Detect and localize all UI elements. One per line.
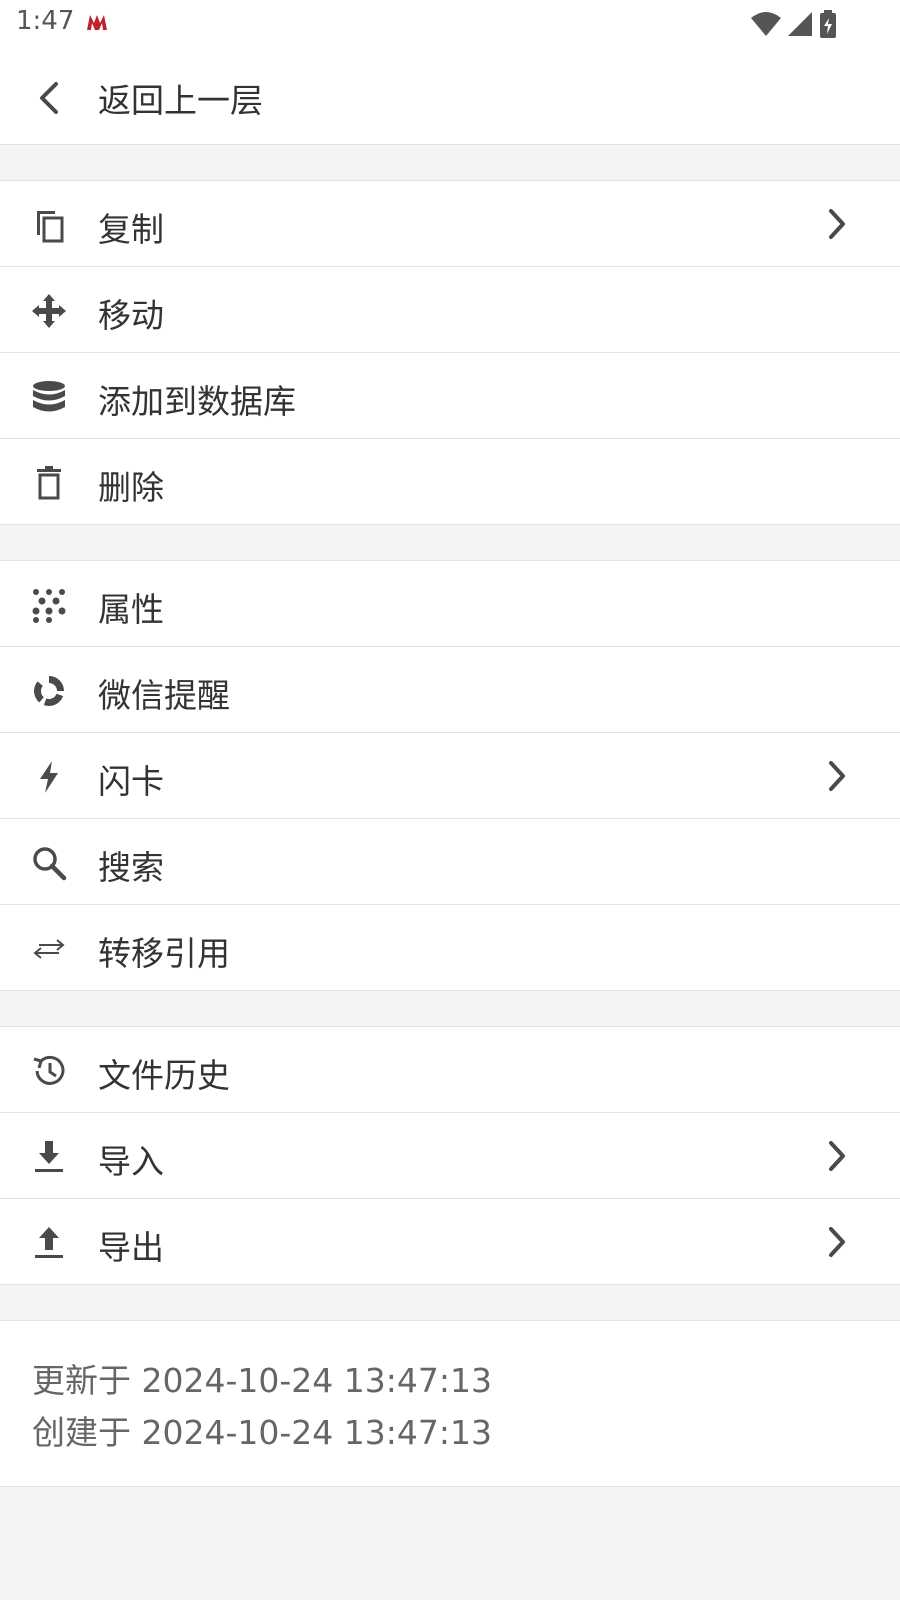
chevron-right-icon [820,207,854,241]
file-meta-info: 更新于 2024-10-24 13:47:13 创建于 2024-10-24 1… [0,1321,900,1487]
section-gap [0,145,900,181]
signal-icon [786,10,814,38]
chevron-right-icon [820,1139,854,1173]
back-arrow-icon[interactable] [30,78,70,118]
menu-item-import[interactable]: 导入 [0,1113,900,1199]
menu-group-tools: 属性 微信提醒 闪卡 搜索 转移引用 [0,561,900,991]
history-icon [30,1052,68,1090]
chevron-right-icon [820,1225,854,1259]
wechat-reminder-icon [30,672,68,710]
menu-item-copy[interactable]: 复制 [0,181,900,267]
header: 返回上一层 [0,48,900,145]
menu-group-file-ops: 复制 移动 添加到数据库 删除 [0,181,900,525]
search-icon [30,844,68,882]
wifi-icon [750,10,782,38]
section-gap [0,525,900,561]
import-icon [30,1138,68,1176]
created-timestamp: 创建于 2024-10-24 13:47:13 [32,1413,492,1452]
menu-item-label: 导入 [98,1142,164,1181]
menu-item-label: 文件历史 [98,1056,230,1095]
updated-timestamp: 更新于 2024-10-24 13:47:13 [32,1361,492,1400]
transfer-arrows-icon [30,930,68,968]
menu-item-label: 搜索 [98,848,164,887]
menu-item-file-history[interactable]: 文件历史 [0,1027,900,1113]
menu-item-label: 微信提醒 [98,676,230,715]
status-time: 1:47 [16,6,75,36]
trash-icon [30,464,68,502]
menu-item-add-to-database[interactable]: 添加到数据库 [0,353,900,439]
status-bar: 1:47 [0,0,900,48]
menu-item-label: 移动 [98,296,164,335]
move-icon [30,292,68,330]
lightning-icon [30,758,68,796]
copy-icon [30,206,68,244]
menu-item-properties[interactable]: 属性 [0,561,900,647]
menu-item-label: 复制 [98,210,164,249]
menu-item-label: 转移引用 [98,934,230,973]
section-gap [0,991,900,1027]
menu-item-search[interactable]: 搜索 [0,819,900,905]
section-gap [0,1285,900,1321]
menu-item-label: 闪卡 [98,762,164,801]
menu-item-flashcard[interactable]: 闪卡 [0,733,900,819]
menu-item-move[interactable]: 移动 [0,267,900,353]
menu-item-label: 添加到数据库 [98,382,296,421]
menu-item-export[interactable]: 导出 [0,1199,900,1285]
menu-item-label: 属性 [98,590,164,629]
database-icon [30,378,68,416]
battery-icon [818,9,838,39]
menu-item-transfer-references[interactable]: 转移引用 [0,905,900,991]
export-icon [30,1224,68,1262]
menu-item-label: 导出 [98,1228,164,1267]
menu-item-wechat-reminder[interactable]: 微信提醒 [0,647,900,733]
back-to-parent-label[interactable]: 返回上一层 [98,74,263,122]
app-notification-icon [86,13,108,31]
menu-item-delete[interactable]: 删除 [0,439,900,525]
menu-item-label: 删除 [98,468,164,507]
chevron-right-icon [820,759,854,793]
menu-group-history-io: 文件历史 导入 导出 [0,1027,900,1285]
dots-grid-icon [30,586,68,624]
